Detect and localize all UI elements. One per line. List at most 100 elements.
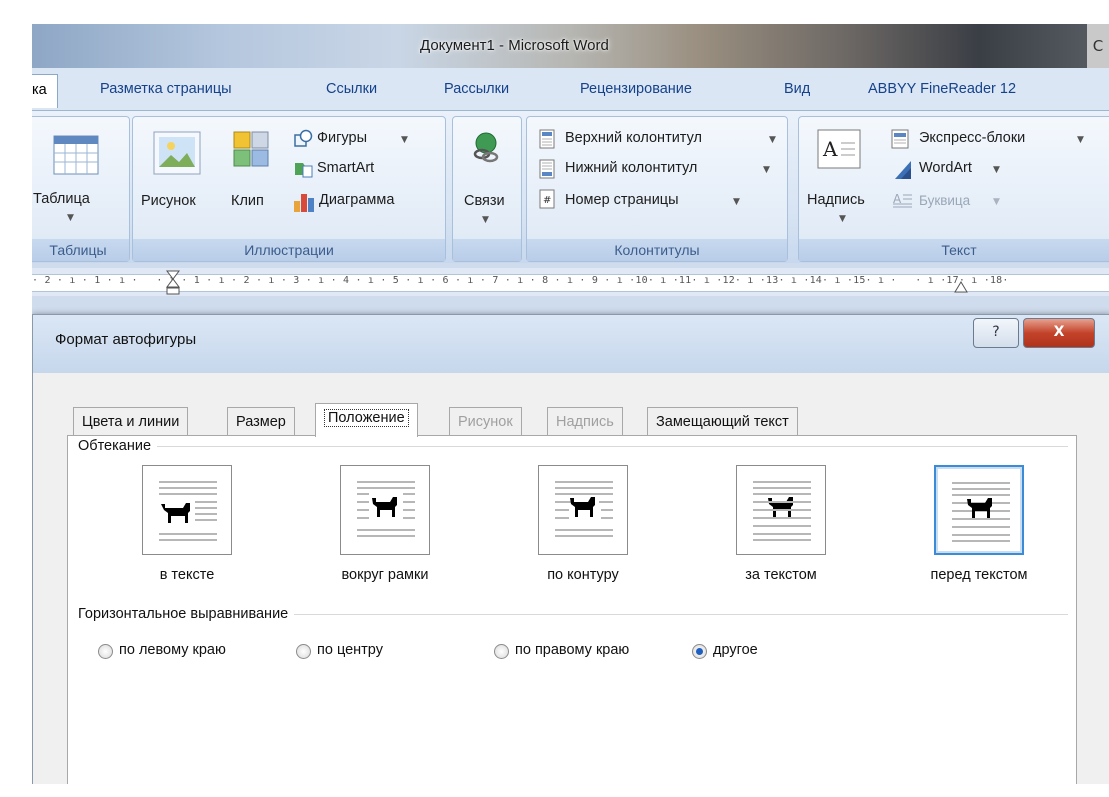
ribbon: Таблица ▼ Таблицы Рисунок Клип Фигуры ▼ …	[32, 111, 1109, 263]
quickparts-button[interactable]: Экспресс-блоки	[919, 130, 1025, 146]
help-button[interactable]: ?	[973, 318, 1019, 348]
wrap-behind-text-label: за текстом	[745, 567, 817, 583]
smartart-button[interactable]: SmartArt	[317, 160, 374, 176]
links-button[interactable]: Связи	[464, 193, 505, 209]
group-header-footer: Верхний колонтитул ▼ Нижний колонтитул ▼…	[526, 116, 788, 262]
group-illustrations: Рисунок Клип Фигуры ▼ SmartArt Диаграмма…	[132, 116, 446, 262]
group-tables: Таблица ▼ Таблицы	[32, 116, 130, 262]
chevron-down-icon: ▼	[993, 165, 1000, 175]
radio-circle[interactable]	[98, 644, 113, 659]
tab-layout[interactable]: Положение	[315, 403, 418, 437]
clip-icon	[233, 131, 269, 167]
dog-in-front-icon	[952, 482, 1010, 542]
word-window: Документ1 - Microsoft Word С ка Разметка…	[32, 24, 1109, 784]
radio-circle[interactable]	[296, 644, 311, 659]
table-button[interactable]: Таблица	[33, 191, 90, 207]
header-icon	[539, 129, 555, 149]
chevron-down-icon: ▼	[482, 215, 489, 225]
tab-review[interactable]: Рецензирование	[580, 81, 692, 97]
tab-mailings[interactable]: Рассылки	[444, 81, 509, 97]
group-label-tables: Таблицы	[32, 239, 129, 261]
header-button[interactable]: Верхний колонтитул	[565, 130, 702, 146]
tab-view[interactable]: Вид	[784, 81, 810, 97]
links-icon	[473, 132, 499, 163]
radio-label: по левому краю	[119, 642, 226, 658]
wrap-tight-label: по контуру	[547, 567, 619, 583]
group-label-illustrations: Иллюстрации	[133, 239, 445, 261]
footer-icon	[539, 159, 555, 179]
tab-abbyy-finereader[interactable]: ABBYY FineReader 12	[868, 81, 1016, 97]
tab-references[interactable]: Ссылки	[326, 81, 377, 97]
dog-behind-icon	[753, 481, 811, 541]
tab-page-layout[interactable]: Разметка страницы	[100, 81, 232, 97]
group-links: Связи ▼	[452, 116, 522, 262]
right-indent-marker-icon[interactable]	[954, 278, 968, 294]
tab-textbox: Надпись	[547, 407, 623, 436]
shapes-icon	[294, 129, 313, 147]
group-label-text: Текст	[799, 239, 1109, 261]
dropcap-button[interactable]: Буквица	[919, 193, 970, 208]
chevron-down-icon: ▼	[1077, 135, 1084, 145]
chevron-down-icon: ▼	[839, 214, 846, 224]
textbox-icon: A	[817, 129, 861, 169]
tab-alt-text[interactable]: Замещающий текст	[647, 407, 798, 436]
page-number-button[interactable]: Номер страницы	[565, 192, 679, 208]
radio-circle[interactable]	[692, 644, 707, 659]
chevron-down-icon: ▼	[733, 197, 740, 207]
quickparts-icon	[891, 129, 909, 149]
horizontal-ruler[interactable]: · 2 · ı · 1 · ı · · ı · 1 · ı · 2 · ı · …	[32, 268, 1109, 296]
tab-insert[interactable]: ка	[32, 74, 58, 108]
chevron-down-icon: ▼	[993, 197, 1000, 207]
picture-icon	[153, 131, 201, 175]
format-autoshape-dialog: Формат автофигуры ? X Цвета и линии Разм…	[32, 314, 1109, 784]
clip-button[interactable]: Клип	[231, 193, 264, 209]
layout-pane: Обтекание в тексте вокруг рамки по конту…	[67, 435, 1077, 784]
tab-size[interactable]: Размер	[227, 407, 295, 436]
wrap-in-front-of-text-button[interactable]	[934, 465, 1024, 555]
wrap-inline-button[interactable]	[142, 465, 232, 555]
title-bar: Документ1 - Microsoft Word С	[32, 24, 1109, 68]
wrap-behind-text-button[interactable]	[736, 465, 826, 555]
radio-label: другое	[713, 642, 758, 658]
picture-button[interactable]: Рисунок	[141, 193, 196, 209]
wordart-button[interactable]: WordArt	[919, 160, 972, 176]
radio-label: по правому краю	[515, 642, 630, 658]
tab-picture: Рисунок	[449, 407, 522, 436]
page-number-icon: #	[539, 189, 555, 209]
wrap-tight-button[interactable]	[538, 465, 628, 555]
wrap-square-label: вокруг рамки	[341, 567, 429, 583]
chevron-down-icon: ▼	[769, 135, 776, 145]
textbox-button[interactable]: Надпись	[807, 192, 865, 208]
wordart-icon	[895, 161, 911, 179]
radio-circle[interactable]	[494, 644, 509, 659]
dropcap-icon: A	[893, 192, 912, 208]
table-icon	[53, 135, 99, 175]
dialog-title: Формат автофигуры	[55, 331, 197, 348]
wrap-in-front-of-text-label: перед текстом	[930, 567, 1028, 583]
group-label-header-footer: Колонтитулы	[527, 239, 787, 261]
close-button[interactable]: X	[1023, 318, 1095, 348]
window-title: Документ1 - Microsoft Word	[420, 37, 609, 54]
dog-square-icon	[357, 481, 415, 537]
indent-marker-icon[interactable]	[166, 270, 180, 296]
chevron-down-icon: ▼	[763, 165, 770, 175]
radio-label: по центру	[317, 642, 383, 658]
wrapping-section-label: Обтекание	[78, 438, 158, 454]
svg-text:#: #	[543, 195, 551, 206]
ribbon-tab-bar: ка Разметка страницы Ссылки Рассылки Рец…	[32, 68, 1109, 111]
dog-inline-icon	[159, 481, 217, 541]
window-control-button[interactable]: С	[1087, 24, 1109, 68]
footer-button[interactable]: Нижний колонтитул	[565, 160, 697, 176]
chart-icon	[294, 194, 314, 212]
section-divider	[78, 446, 1068, 447]
wrap-square-button[interactable]	[340, 465, 430, 555]
chart-button[interactable]: Диаграмма	[319, 192, 394, 208]
chevron-down-icon: ▼	[401, 135, 408, 145]
group-text: A Надпись ▼ Экспресс-блоки ▼ WordArt ▼ A	[798, 116, 1109, 262]
chevron-down-icon: ▼	[67, 213, 74, 223]
tab-colors-lines[interactable]: Цвета и линии	[73, 407, 189, 436]
dog-tight-icon	[555, 481, 613, 537]
wrap-inline-label: в тексте	[159, 567, 215, 583]
dialog-body: Цвета и линии Размер Положение Рисунок Н…	[33, 373, 1109, 784]
shapes-button[interactable]: Фигуры	[317, 130, 367, 146]
